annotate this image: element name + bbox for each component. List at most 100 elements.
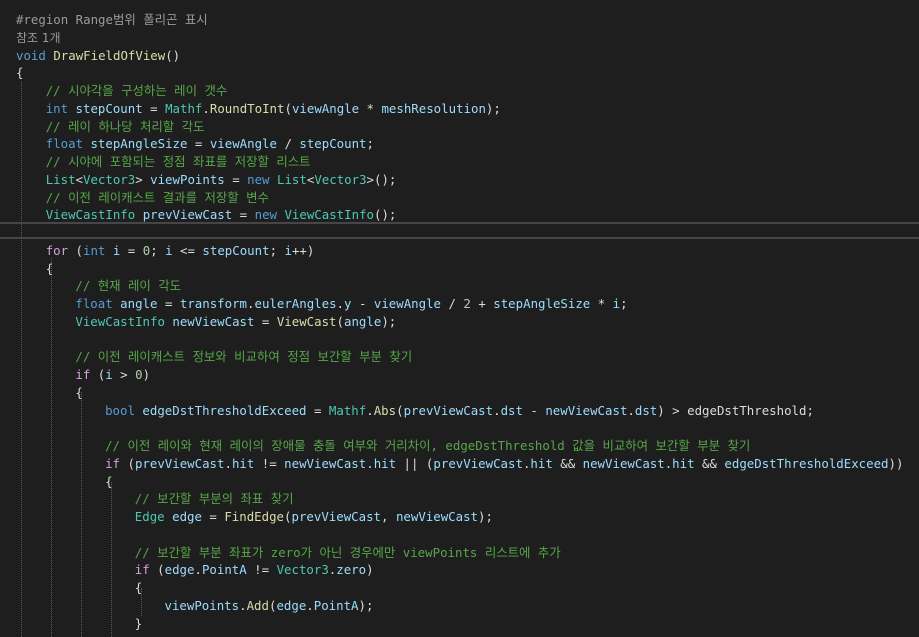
code-token: int	[83, 242, 106, 258]
code-token: newViewCast	[395, 509, 479, 524]
code-token: edgeDstThreshold	[687, 402, 807, 418]
code-token: Vector3	[276, 562, 329, 578]
code-token: viewPoints	[164, 597, 240, 613]
code-token: (	[149, 562, 165, 578]
code-token: DrawFieldOfView	[53, 47, 166, 63]
code-token: new	[254, 207, 277, 223]
code-token: =	[157, 296, 180, 311]
code-line: if (edge.PointA != Vector3.zero)	[135, 561, 374, 579]
code-token: *	[359, 100, 382, 116]
code-token: >	[135, 171, 151, 187]
code-line: {	[46, 260, 53, 278]
code-token: .	[366, 455, 374, 471]
code-line: // 레이 하나당 처리할 각도	[46, 118, 205, 136]
code-token: Add	[246, 597, 269, 613]
code-token: edgeDstThresholdExceed	[142, 402, 307, 418]
code-token: {	[16, 65, 24, 81]
code-token: i	[105, 367, 113, 382]
indent-guide	[51, 258, 52, 637]
code-token: Vector3	[83, 171, 136, 187]
code-token: // 레이 하나당 처리할 각도	[45, 118, 205, 134]
code-line: // 이전 레이캐스트 결과를 저장할 변수	[46, 189, 269, 207]
code-token: =	[306, 402, 329, 418]
code-line: // 시야각을 구성하는 레이 갯수	[46, 82, 228, 100]
code-line: }	[135, 615, 142, 633]
code-line: Edge edge = FindEdge(prevViewCast, newVi…	[135, 508, 493, 526]
code-token: (	[336, 313, 344, 329]
code-token: }	[134, 615, 143, 631]
code-line: for (int i = 0; i <= stepCount; i++)	[46, 242, 315, 260]
code-token: // 이전 레이캐스트 결과를 저장할 변수	[45, 189, 269, 205]
code-token: ;	[366, 136, 374, 152]
code-token: newViewCast	[284, 455, 367, 471]
code-token: Mathf	[328, 402, 367, 418]
code-token: dst	[500, 402, 523, 418]
code-token: Mathf	[165, 100, 203, 116]
code-token: if	[134, 562, 150, 578]
code-token: transform	[179, 296, 248, 311]
code-token: Vector3	[314, 171, 367, 187]
code-token: >	[112, 367, 136, 382]
code-token: edgeDstThresholdExceed	[724, 455, 889, 471]
code-token: .	[366, 402, 374, 418]
code-token: stepAngleSize	[90, 136, 188, 152]
code-token: hit	[672, 455, 695, 471]
code-token: // 시야각을 구성하는 레이 갯수	[45, 83, 228, 98]
code-token: .	[224, 455, 232, 471]
code-token: prevViewCast	[134, 455, 225, 471]
code-token: -	[522, 402, 546, 418]
code-line: ViewCastInfo prevViewCast = new ViewCast…	[46, 206, 397, 224]
code-line: // 이전 레이캐스트 정보와 비교하여 정점 보간할 부분 찾기	[75, 348, 412, 366]
code-line: #region Range범위 폴리곤 표시	[16, 11, 208, 29]
code-token: // 보간할 부분 좌표가 zero가 아닌 경우에만 viewPoints 리…	[134, 544, 561, 560]
code-token: )	[142, 367, 151, 382]
code-token: FindEdge	[224, 509, 285, 524]
code-token: viewAngle	[209, 136, 277, 152]
codelens-reference-count[interactable]: 참조 1개	[16, 29, 61, 47]
code-token: for	[45, 242, 69, 258]
code-token: List	[45, 171, 76, 187]
code-token: ;	[150, 242, 166, 258]
code-line: if (prevViewCast.hit != newViewCast.hit …	[105, 455, 903, 473]
code-token: prevViewCast	[291, 509, 382, 524]
code-token: .	[239, 597, 247, 613]
code-token: 0	[135, 367, 143, 382]
code-token: <	[75, 171, 83, 187]
code-token: )	[366, 562, 374, 578]
code-token: .	[194, 562, 202, 578]
code-token: #region Range범위 폴리곤 표시	[16, 12, 208, 27]
code-token: edge	[164, 562, 195, 578]
code-token: ViewCastInfo	[75, 313, 165, 329]
code-token: Edge	[134, 509, 165, 524]
code-token: newViewCast	[582, 455, 665, 471]
code-token: =	[224, 171, 248, 187]
code-token: /	[441, 296, 464, 311]
code-token: i	[165, 242, 173, 258]
code-token: ();	[374, 207, 397, 223]
code-token: int	[45, 100, 69, 116]
code-line: viewPoints.Add(edge.PointA);	[165, 597, 374, 615]
code-token: // 이전 레이와 현재 레이의 장애물 충돌 여부와 거리차이, edgeDs…	[105, 438, 751, 453]
code-token: (	[68, 242, 83, 258]
code-token: zero	[336, 562, 367, 578]
code-token: ;	[620, 296, 628, 311]
code-line: if (i > 0)	[75, 366, 150, 384]
code-token: float	[75, 296, 113, 311]
code-token: stepAngleSize	[493, 296, 591, 311]
code-token: =	[254, 313, 277, 329]
code-line: // 시야에 포함되는 정점 좌표를 저장할 리스트	[46, 153, 311, 171]
code-editor[interactable]: #region Range범위 폴리곤 표시 참조 1개 void DrawFiel…	[0, 0, 919, 637]
code-token: !=	[246, 562, 277, 578]
code-line: // 현재 레이 각도	[75, 277, 181, 295]
indent-guide	[111, 482, 112, 637]
code-token: i	[612, 296, 621, 311]
code-token: RoundToInt	[209, 100, 285, 116]
code-token: viewAngle	[291, 100, 360, 116]
code-token: PointA	[313, 597, 359, 613]
code-line: int stepCount = Mathf.RoundToInt(viewAng…	[46, 100, 501, 118]
code-token: ) >	[657, 402, 688, 418]
